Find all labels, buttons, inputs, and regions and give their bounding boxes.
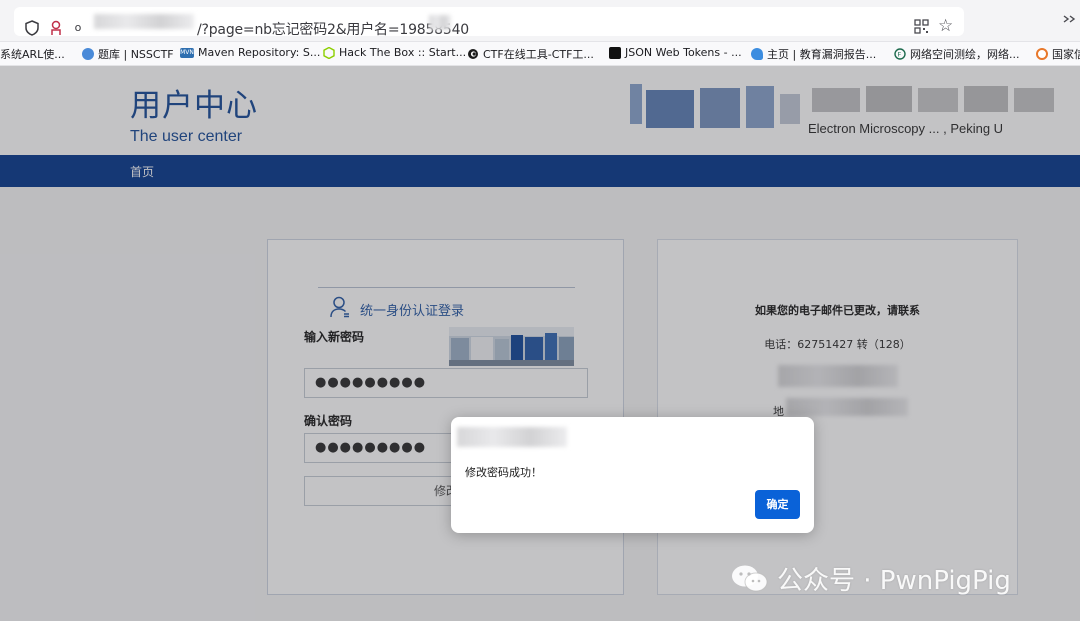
- bookmark-edu-vuln[interactable]: 主页 | 教育漏洞报告...: [751, 46, 876, 62]
- watermark-text: 公众号 · PwnPigPig: [777, 566, 1011, 596]
- qr-code-icon[interactable]: [914, 19, 929, 38]
- bookmark-label: 系统ARL使...: [0, 48, 65, 61]
- bookmark-label: 主页 | 教育漏洞报告...: [767, 48, 877, 61]
- nssctf-icon: [82, 48, 94, 60]
- permissions-icon[interactable]: [48, 20, 64, 36]
- bookmark-ctf-tools[interactable]: CTF在线工具-CTF工...: [467, 46, 594, 62]
- bookmark-hackthebox[interactable]: Hack The Box :: Start...: [323, 46, 466, 59]
- bookmark-label: JSON Web Tokens - ...: [625, 46, 742, 59]
- bookmark-maven[interactable]: MVN Maven Repository: S...: [180, 46, 320, 59]
- mvn-icon: MVN: [180, 47, 194, 58]
- redacted-domain: [94, 14, 194, 29]
- bookmark-fofa[interactable]: F 网络空间测绘，网络...: [894, 46, 1020, 62]
- bookmark-label: 网络空间测绘，网络...: [910, 48, 1020, 61]
- bookmark-nssctf[interactable]: 题库 | NSSCTF: [82, 46, 174, 62]
- bookmark-jwt[interactable]: JSON Web Tokens - ...: [609, 46, 742, 59]
- dialog-message: 修改密码成功！: [465, 466, 542, 479]
- fofa-icon: F: [894, 48, 906, 60]
- watermark: 公众号 · PwnPigPig: [731, 560, 1011, 597]
- alert-dialog: 修改密码成功！ 确定: [451, 417, 814, 533]
- bookmark-label: Maven Repository: S...: [198, 46, 321, 59]
- bookmark-label: 题库 | NSSCTF: [98, 48, 174, 61]
- connection-icon[interactable]: o: [70, 20, 86, 36]
- htb-icon: [323, 46, 335, 59]
- browser-toolbar: o /?page=nb忘记密码2&用户名=19858540 ☆: [0, 0, 1080, 42]
- redacted-url-tail: [429, 15, 451, 30]
- bookmarks-bar: 系统ARL使... 题库 | NSSCTF MVN Maven Reposito…: [0, 42, 1080, 66]
- ctf-tool-icon: [467, 48, 479, 60]
- ok-button[interactable]: 确定: [755, 490, 800, 519]
- jwt-icon: [609, 46, 621, 59]
- page-content: 用户中心 The user center Electron Microscopy…: [0, 66, 1080, 621]
- redacted-dialog-origin: [457, 427, 567, 447]
- bookmark-arl[interactable]: 系统ARL使...: [0, 46, 65, 62]
- modal-backdrop[interactable]: [0, 66, 1080, 621]
- wechat-icon: [731, 564, 769, 594]
- address-bar[interactable]: o /?page=nb忘记密码2&用户名=19858540 ☆: [14, 7, 964, 38]
- edu-vuln-icon: [751, 48, 763, 60]
- bookmark-label: CTF在线工具-CTF工...: [483, 48, 594, 61]
- svg-text:F: F: [898, 51, 902, 59]
- gov-icon: [1036, 48, 1048, 60]
- bookmark-gov[interactable]: 国家信: [1036, 46, 1080, 62]
- bookmark-label: 国家信: [1052, 48, 1080, 61]
- shield-icon[interactable]: [24, 20, 40, 36]
- extensions-icon[interactable]: [1062, 12, 1076, 30]
- bookmark-label: Hack The Box :: Start...: [339, 46, 467, 59]
- bookmark-star-icon[interactable]: ☆: [938, 16, 953, 36]
